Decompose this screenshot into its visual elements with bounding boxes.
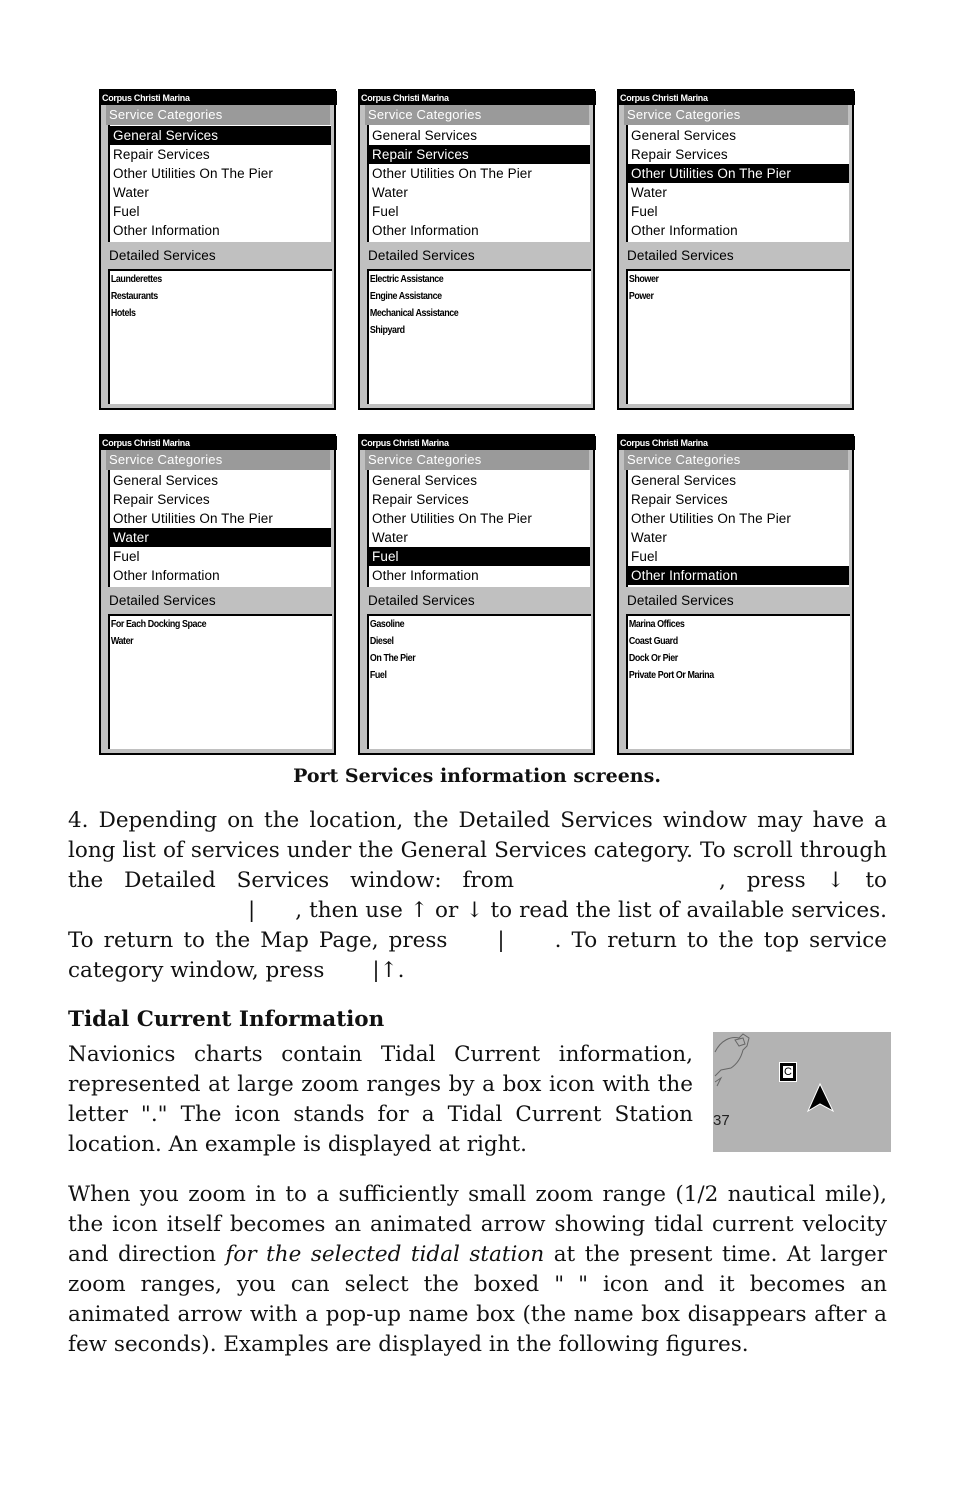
category-item[interactable]: Repair Services: [628, 145, 849, 164]
category-item[interactable]: Fuel: [628, 202, 849, 221]
detailed-services-header: Detailed Services: [109, 248, 216, 263]
service-categories-list: General Services Repair Services Other Uti…: [108, 125, 331, 242]
detailed-service-item[interactable]: Shower: [628, 271, 817, 288]
screen-title: Corpus Christi Marina: [619, 91, 855, 105]
category-item[interactable]: Fuel: [110, 202, 331, 221]
detailed-service-item[interactable]: For Each Docking Space: [110, 616, 299, 633]
detailed-service-item[interactable]: Dock Or Pier: [628, 650, 817, 667]
category-item[interactable]: Water: [369, 528, 590, 547]
service-categories-list: General Services Repair Services Other Uti…: [626, 125, 849, 242]
screen-title: Corpus Christi Marina: [360, 91, 596, 105]
service-categories-header: Service Categories: [365, 105, 589, 125]
category-item[interactable]: Repair Services: [110, 490, 331, 509]
vessel-arrow-icon: [806, 1082, 835, 1113]
category-item[interactable]: Other Information: [369, 221, 590, 240]
detailed-services-list[interactable]: Electric Assistance Engine Assistance Mech…: [367, 269, 591, 404]
detailed-services-list[interactable]: Marina Offices Coast Guard Dock Or Pier Pri…: [626, 614, 850, 749]
detailed-services-header: Detailed Services: [368, 593, 475, 608]
category-item[interactable]: General Services: [628, 126, 849, 145]
category-item[interactable]: General Services: [628, 471, 849, 490]
category-item[interactable]: Other Information: [369, 566, 590, 585]
detailed-services-list[interactable]: Shower Power: [626, 269, 850, 404]
detailed-service-item[interactable]: Gasoline: [369, 616, 558, 633]
category-item[interactable]: General Services: [369, 126, 590, 145]
detailed-service-item[interactable]: Marina Offices: [628, 616, 817, 633]
service-screen: Corpus Christi Marina Service Categories G…: [617, 89, 855, 410]
category-item[interactable]: Water: [369, 183, 590, 202]
detailed-service-item[interactable]: Private Port Or Marina: [628, 667, 817, 684]
service-categories-list: General Services Repair Services Other Uti…: [108, 470, 331, 587]
category-item-selected[interactable]: Fuel: [369, 547, 590, 566]
detailed-service-item[interactable]: Restaurants: [110, 288, 299, 305]
category-item[interactable]: Repair Services: [110, 145, 331, 164]
tidal-station-map-example: C 37: [713, 1032, 891, 1152]
category-item[interactable]: General Services: [110, 471, 331, 490]
category-item[interactable]: Fuel: [369, 202, 590, 221]
category-item[interactable]: Fuel: [110, 547, 331, 566]
service-screen: Corpus Christi Marina Service Categories G…: [617, 434, 855, 755]
service-screen: Corpus Christi Marina Service Categories G…: [358, 434, 596, 755]
tidal-current-paragraph: Navionics charts contain Tidal Current i…: [68, 1042, 693, 1157]
depth-label: 37: [713, 1112, 730, 1129]
service-categories-header: Service Categories: [624, 450, 848, 470]
category-item[interactable]: Other Utilities On The Pier: [110, 164, 331, 183]
screen-title: Corpus Christi Marina: [101, 436, 337, 450]
detailed-service-item[interactable]: Power: [628, 288, 817, 305]
zoom-paragraph: When you zoom in to a sufficiently small…: [68, 1182, 888, 1357]
category-item[interactable]: General Services: [369, 471, 590, 490]
category-item[interactable]: Other Utilities On The Pier: [110, 509, 331, 528]
category-item[interactable]: Other Utilities On The Pier: [628, 509, 849, 528]
service-categories-header: Service Categories: [106, 105, 330, 125]
category-item[interactable]: Water: [110, 183, 331, 202]
tidal-current-heading: Tidal Current Information: [68, 1007, 385, 1032]
screen-title: Corpus Christi Marina: [619, 436, 855, 450]
category-item[interactable]: Other Information: [110, 221, 331, 240]
detailed-service-item[interactable]: Water: [110, 633, 299, 650]
step-4-paragraph: 4. Depending on the location, the Detail…: [68, 808, 887, 983]
detailed-service-item[interactable]: Engine Assistance: [369, 288, 558, 305]
category-item[interactable]: Water: [628, 183, 849, 202]
detailed-services-list[interactable]: Launderettes Restaurants Hotels: [108, 269, 332, 404]
category-item-selected[interactable]: Other Utilities On The Pier: [628, 164, 849, 183]
category-item[interactable]: Water: [628, 528, 849, 547]
detailed-service-item[interactable]: Electric Assistance: [369, 271, 558, 288]
category-item-selected[interactable]: Repair Services: [369, 145, 590, 164]
screen-title: Corpus Christi Marina: [360, 436, 596, 450]
service-categories-list: General Services Repair Services Other Uti…: [626, 470, 849, 587]
category-item-selected[interactable]: General Services: [110, 126, 331, 145]
screen-title: Corpus Christi Marina: [101, 91, 337, 105]
detailed-services-header: Detailed Services: [109, 593, 216, 608]
category-item-selected[interactable]: Water: [110, 528, 331, 547]
service-categories-header: Service Categories: [365, 450, 589, 470]
service-screen: Corpus Christi Marina Service Categories G…: [99, 434, 337, 755]
category-item-selected[interactable]: Other Information: [628, 566, 849, 585]
detailed-service-item[interactable]: Coast Guard: [628, 633, 817, 650]
category-item[interactable]: Repair Services: [369, 490, 590, 509]
service-screen: Corpus Christi Marina Service Categories G…: [358, 89, 596, 410]
detailed-service-item[interactable]: Diesel: [369, 633, 558, 650]
detailed-service-item[interactable]: Hotels: [110, 305, 299, 322]
category-item[interactable]: Repair Services: [628, 490, 849, 509]
detailed-services-header: Detailed Services: [627, 248, 734, 263]
detailed-service-item[interactable]: Fuel: [369, 667, 558, 684]
category-item[interactable]: Fuel: [628, 547, 849, 566]
service-categories-list: General Services Repair Services Other Uti…: [367, 125, 590, 242]
detailed-service-item[interactable]: Launderettes: [110, 271, 299, 288]
detailed-services-list[interactable]: Gasoline Diesel On The Pier Fuel: [367, 614, 591, 749]
category-item[interactable]: Other Utilities On The Pier: [369, 164, 590, 183]
category-item[interactable]: Other Utilities On The Pier: [369, 509, 590, 528]
category-item[interactable]: Other Information: [628, 221, 849, 240]
detailed-service-item[interactable]: Mechanical Assistance: [369, 305, 558, 322]
detailed-services-list[interactable]: For Each Docking Space Water: [108, 614, 332, 749]
service-categories-list: General Services Repair Services Other Uti…: [367, 470, 590, 587]
detailed-service-item[interactable]: On The Pier: [369, 650, 558, 667]
detailed-service-item[interactable]: Shipyard: [369, 322, 558, 339]
figure-caption: Port Services information screens.: [293, 765, 661, 787]
detailed-services-header: Detailed Services: [368, 248, 475, 263]
service-categories-header: Service Categories: [624, 105, 848, 125]
service-screen: Corpus Christi Marina Service Categories G…: [99, 89, 337, 410]
service-categories-header: Service Categories: [106, 450, 330, 470]
detailed-services-header: Detailed Services: [627, 593, 734, 608]
category-item[interactable]: Other Information: [110, 566, 331, 585]
